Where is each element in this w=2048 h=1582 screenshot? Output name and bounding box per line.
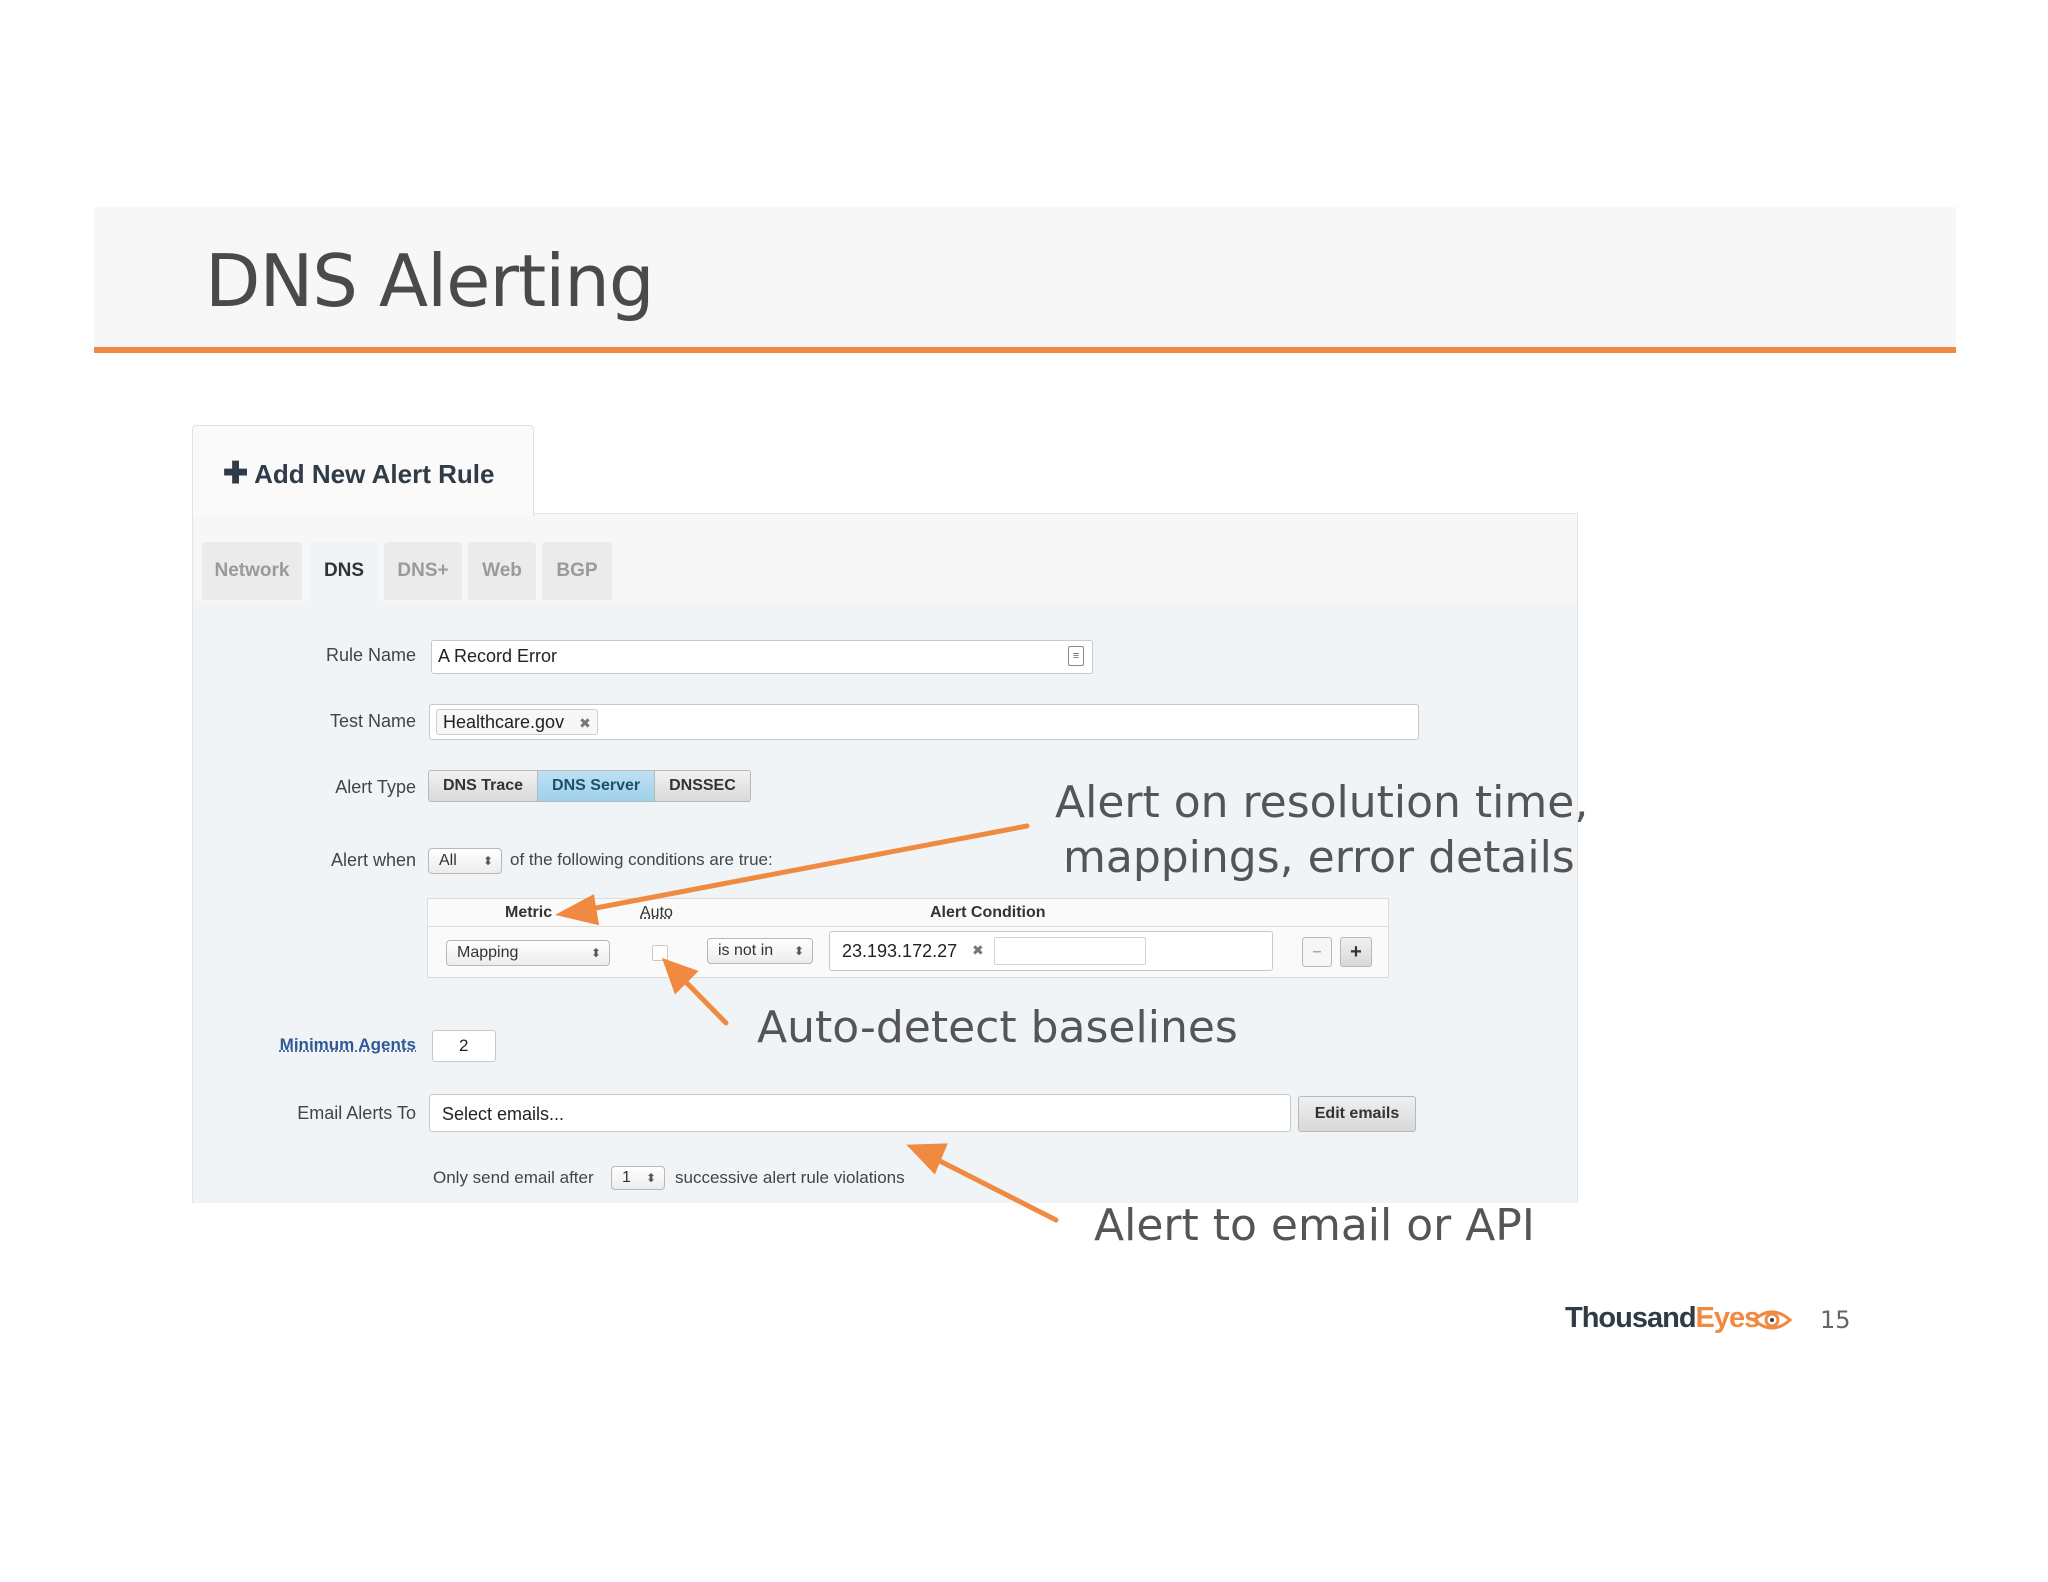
alert-type-dns-trace[interactable]: DNS Trace [428, 770, 539, 802]
rule-name-input[interactable]: A Record Error ≡ [431, 640, 1093, 674]
alert-when-select[interactable]: All ⬍ [428, 848, 502, 874]
send-after-select[interactable]: 1 ⬍ [611, 1166, 665, 1190]
annotation-resolution-line2: mappings, error details [1063, 832, 1575, 883]
alert-when-suffix: of the following conditions are true: [510, 850, 773, 869]
select-arrows-icon: ⬍ [590, 946, 601, 960]
test-name-token: Healthcare.gov ✖ [436, 709, 598, 735]
eye-logo-icon [1752, 1310, 1792, 1330]
add-alert-rule-label: Add New Alert Rule [254, 459, 495, 489]
test-name-label: Test Name [329, 711, 416, 731]
tab-network[interactable]: Network [202, 542, 302, 600]
title-underline [94, 347, 1956, 353]
email-alerts-placeholder: Select emails... [442, 1104, 565, 1124]
test-name-input[interactable]: Healthcare.gov ✖ [429, 704, 1419, 740]
remove-token-icon[interactable]: ✖ [972, 942, 984, 959]
alert-when-value: All [439, 852, 457, 869]
tab-bgp[interactable]: BGP [542, 542, 612, 600]
select-arrows-icon: ⬍ [645, 1171, 656, 1185]
test-name-token-label: Healthcare.gov [443, 712, 565, 732]
minimum-agents-value: 2 [459, 1036, 469, 1055]
edit-emails-button[interactable]: Edit emails [1298, 1096, 1416, 1132]
annotation-baselines: Auto-detect baselines [757, 1002, 1238, 1053]
page-number: 15 [1820, 1306, 1851, 1334]
rule-name-value: A Record Error [438, 646, 558, 666]
select-arrows-icon: ⬍ [482, 854, 493, 868]
thousandeyes-logo: ThousandEyes [1565, 1302, 1761, 1335]
contact-card-icon[interactable]: ≡ [1068, 646, 1084, 666]
operator-select[interactable]: is not in ⬍ [707, 938, 813, 964]
email-alerts-input[interactable]: Select emails... [429, 1094, 1291, 1132]
logo-text-eyes: Eyes [1695, 1302, 1761, 1334]
metric-select[interactable]: Mapping ⬍ [446, 940, 610, 966]
tab-web[interactable]: Web [468, 542, 536, 600]
auto-header: Auto [640, 904, 673, 921]
slide-title: DNS Alerting [205, 239, 655, 323]
send-after-suffix: successive alert rule violations [675, 1168, 905, 1187]
annotation-resolution-line1: Alert on resolution time, [1055, 777, 1589, 828]
tab-dns[interactable]: DNS [310, 542, 378, 602]
operator-value: is not in [718, 942, 774, 959]
auto-checkbox[interactable] [652, 945, 668, 961]
remove-token-icon[interactable]: ✖ [579, 715, 591, 731]
remove-condition-button[interactable]: – [1302, 937, 1332, 967]
email-alerts-label: Email Alerts To [297, 1103, 416, 1123]
plus-icon: + [1350, 941, 1362, 963]
alert-type-buttons: DNS Trace DNS Server DNSSEC [428, 770, 751, 802]
tab-dns-plus[interactable]: DNS+ [384, 542, 462, 600]
alert-type-dns-server[interactable]: DNS Server [538, 770, 656, 802]
rule-name-label: Rule Name [325, 645, 416, 665]
annotation-email: Alert to email or API [1094, 1200, 1535, 1251]
alert-type-dnssec[interactable]: DNSSEC [655, 770, 751, 802]
minimum-agents-input[interactable]: 2 [432, 1030, 496, 1062]
plus-icon: ✚ [223, 457, 249, 490]
conditions-divider [428, 926, 1388, 927]
select-arrows-icon: ⬍ [793, 944, 804, 958]
logo-text-thousand: Thousand [1565, 1302, 1697, 1334]
minimum-agents-label[interactable]: Minimum Agents [186, 1035, 416, 1055]
alert-condition-header: Alert Condition [930, 904, 1046, 921]
add-alert-rule-tab[interactable]: ✚ Add New Alert Rule [192, 425, 534, 516]
condition-value-entry[interactable] [994, 937, 1146, 965]
condition-values-input[interactable]: 23.193.172.27 ✖ [829, 931, 1273, 971]
send-after-value: 1 [622, 1169, 631, 1186]
minus-icon: – [1312, 943, 1322, 960]
add-condition-button[interactable]: + [1340, 937, 1372, 967]
alert-type-label: Alert Type [335, 777, 416, 797]
send-after-prefix: Only send email after [433, 1168, 594, 1187]
metric-header: Metric [505, 904, 553, 921]
alert-when-label: Alert when [330, 850, 416, 870]
metric-value: Mapping [457, 944, 519, 961]
condition-value-token: 23.193.172.27 [842, 941, 958, 961]
